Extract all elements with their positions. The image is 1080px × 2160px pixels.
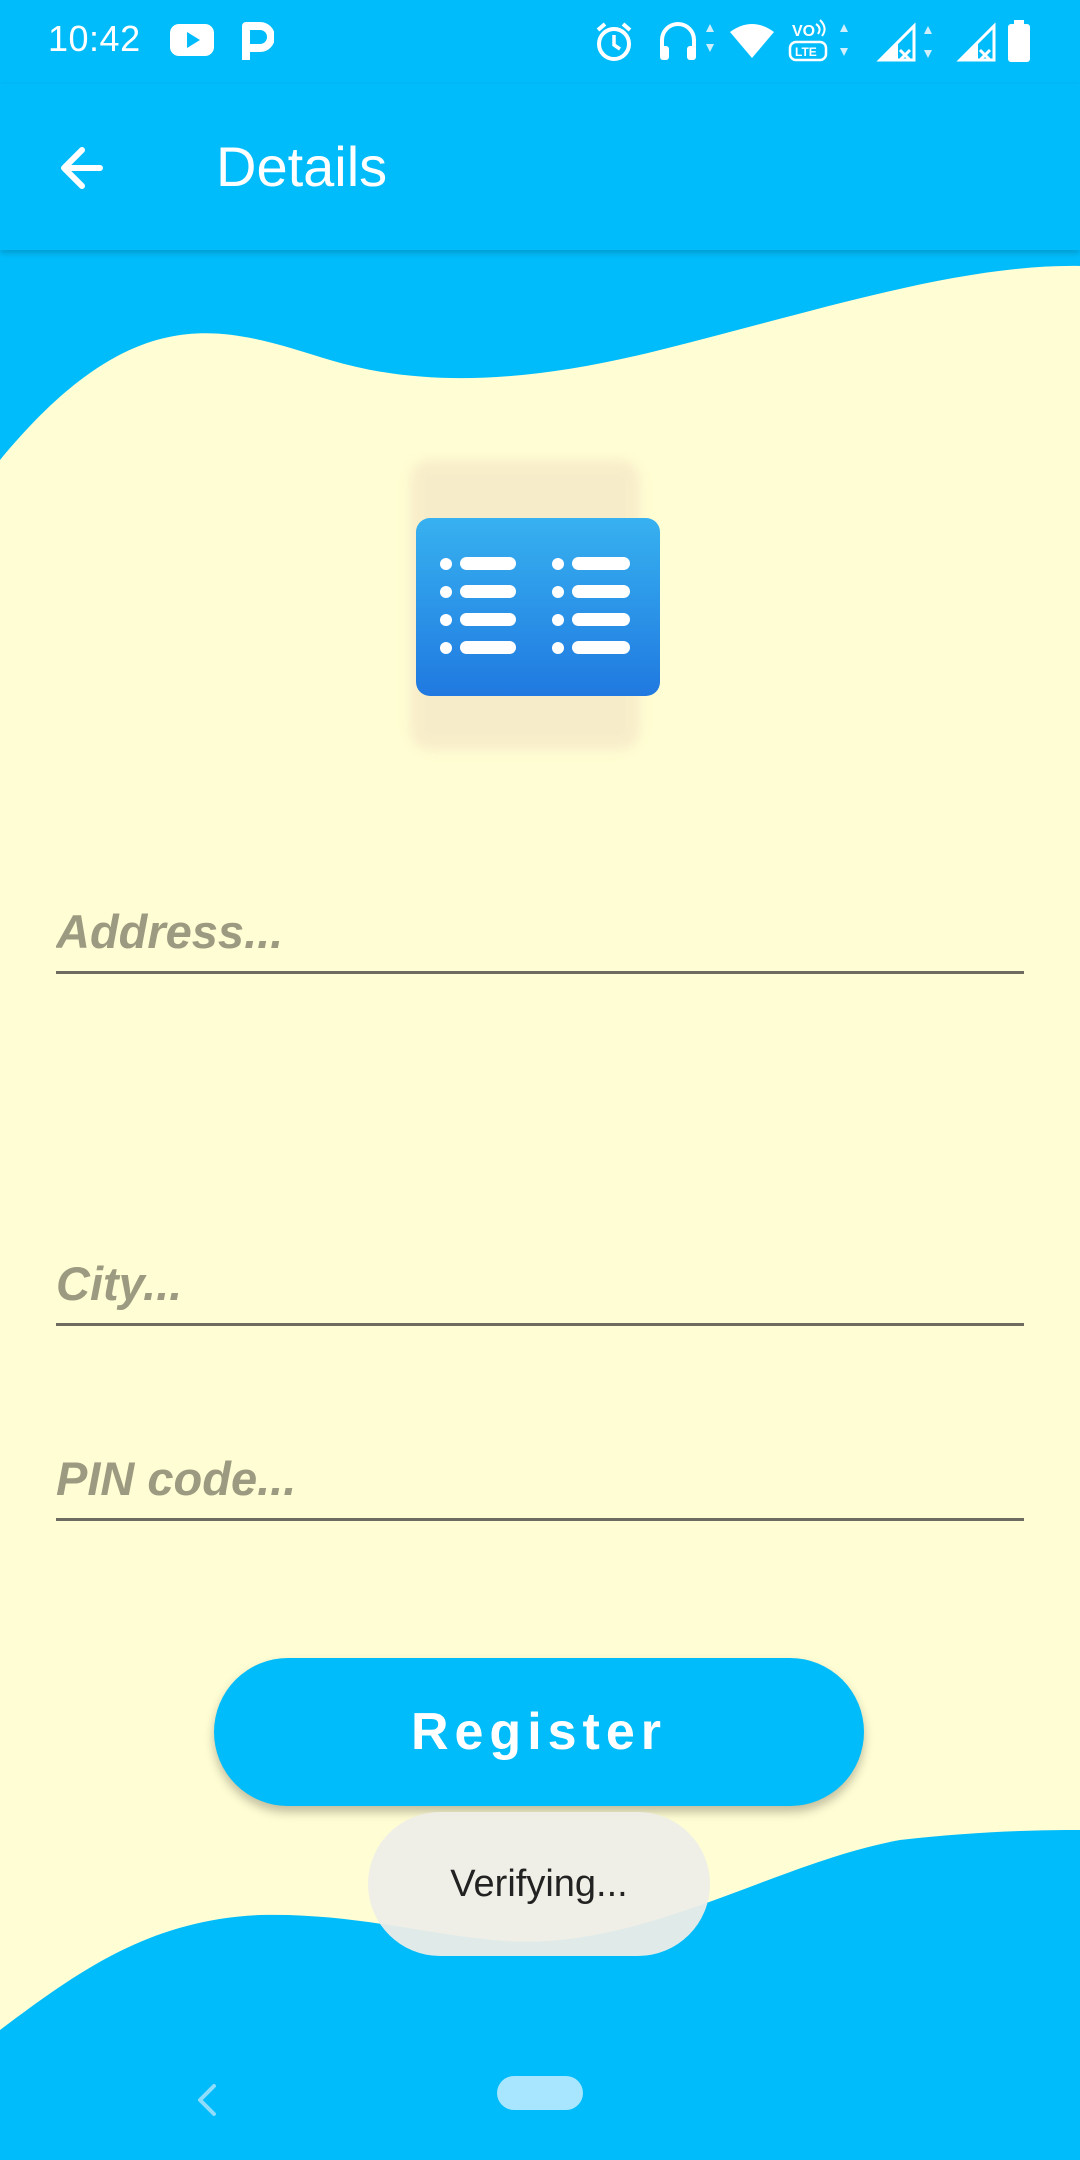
toast-text: Verifying... (450, 1862, 628, 1905)
back-button[interactable] (46, 130, 122, 206)
signal-icon (956, 22, 996, 62)
top-wave-decoration (0, 250, 1080, 460)
pin-field-wrapper (56, 1451, 1024, 1521)
status-time: 10:42 (48, 18, 141, 59)
list-document-icon (410, 460, 660, 750)
page-title: Details (216, 135, 388, 198)
address-field-wrapper (56, 904, 1024, 974)
battery-icon (1008, 20, 1030, 62)
city-field-wrapper (56, 1256, 1024, 1326)
address-input[interactable] (56, 904, 1024, 974)
chevron-left-icon[interactable] (188, 2080, 228, 2120)
app-bar: Details (0, 84, 1080, 250)
arrow-left-icon (61, 147, 103, 189)
alarm-icon (596, 22, 632, 61)
home-pill-icon[interactable] (497, 2076, 583, 2110)
headphones-icon (660, 22, 714, 60)
status-bar: 10:42 VO LTE (0, 0, 1080, 84)
p-app-icon (242, 22, 274, 60)
pin-code-input[interactable] (56, 1451, 1024, 1521)
svg-text:LTE: LTE (795, 45, 817, 59)
city-input[interactable] (56, 1256, 1024, 1326)
volte-icon: VO LTE (788, 19, 848, 62)
verifying-toast: Verifying... (368, 1812, 710, 1956)
svg-text:VO: VO (792, 23, 815, 40)
signal-icon (876, 22, 932, 62)
youtube-icon (170, 24, 214, 56)
register-button[interactable]: Register (214, 1658, 864, 1806)
wifi-icon (730, 24, 774, 58)
